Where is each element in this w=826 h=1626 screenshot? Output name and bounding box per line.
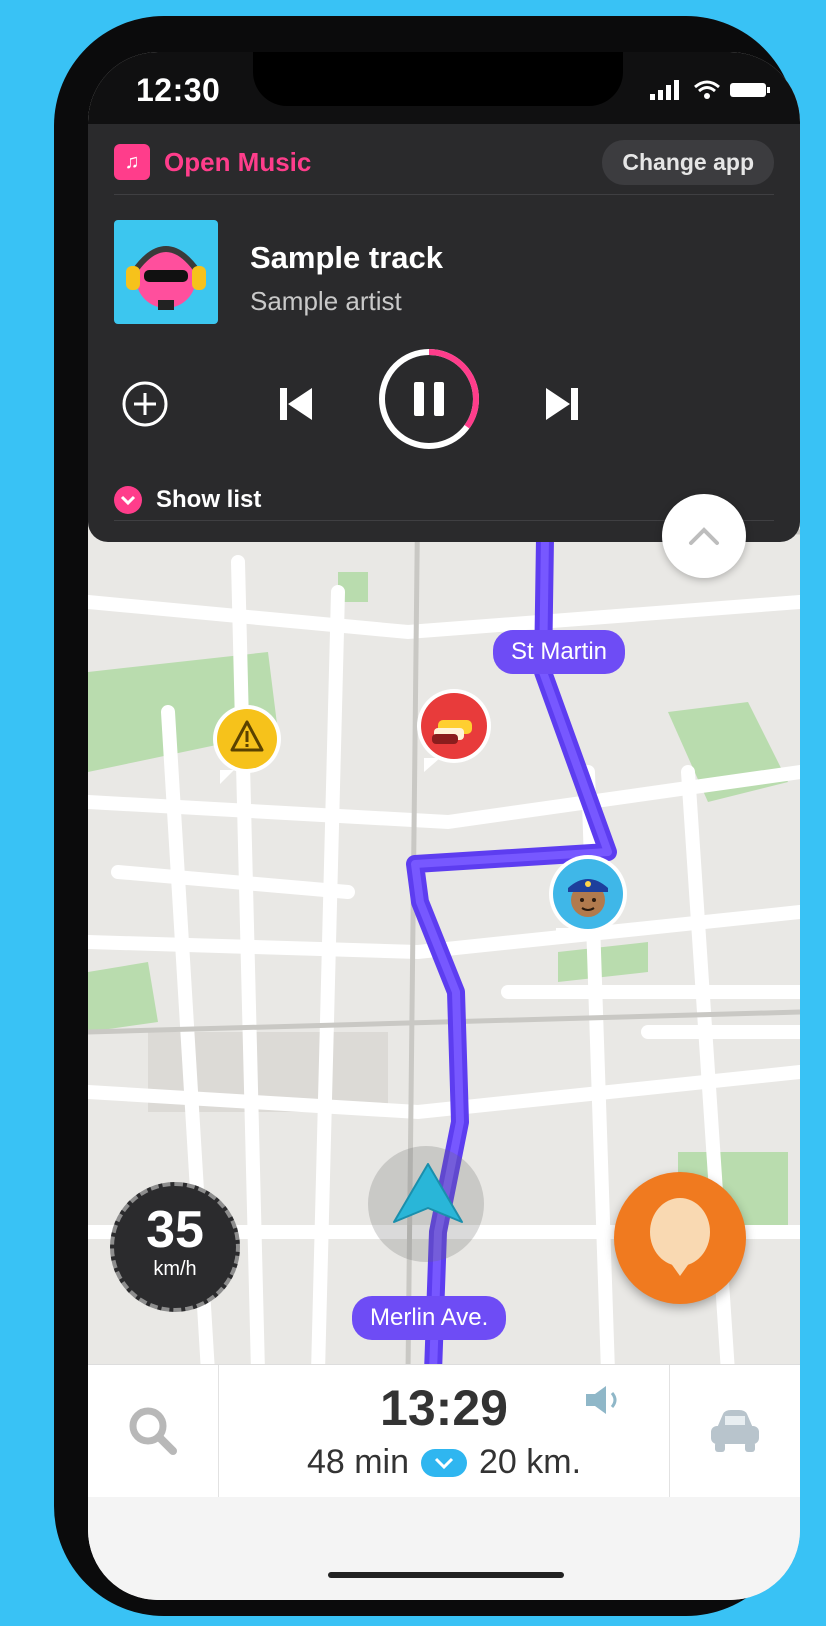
album-cover[interactable] [114,220,218,324]
header-divider [114,194,774,195]
trip-duration: 48 min [306,1443,409,1481]
search-button[interactable] [88,1365,219,1497]
cellular-signal-icon [650,80,679,100]
album-art-icon [126,246,206,310]
previous-track-icon[interactable] [276,384,316,424]
speedometer: 35 km/h [110,1182,240,1312]
traffic-jam-icon [417,689,491,772]
search-icon [129,1407,177,1455]
next-track-icon[interactable] [542,384,582,424]
wifi-icon [694,80,720,99]
status-bar: 12:30 [88,52,800,130]
show-list-label: Show list [156,486,262,513]
car-icon [711,1410,759,1452]
home-indicator[interactable] [328,1572,564,1578]
street-label-merlin-ave: Merlin Ave. [352,1296,507,1340]
expand-trip-icon [421,1448,467,1477]
status-time: 12:30 [136,72,221,108]
music-app-name[interactable]: Open Music [164,147,311,178]
hazard-icon [213,705,281,784]
battery-icon [730,83,770,97]
report-bubble-icon [650,1198,710,1276]
police-marker[interactable] [546,852,630,947]
bottom-panel: 13:29 48 min 20 km. [88,1364,800,1600]
chevron-down-icon [114,486,142,514]
show-list-button[interactable]: Show list [114,486,261,514]
trip-summary[interactable]: 48 min 20 km. [218,1443,670,1482]
music-app-icon[interactable]: ♫ [114,144,150,180]
trip-bar: 13:29 48 min 20 km. [88,1364,800,1497]
speed-unit: km/h [153,1258,197,1280]
hazard-marker[interactable] [210,702,284,789]
my-car-button[interactable] [669,1365,800,1497]
collapse-player-button[interactable] [662,494,746,578]
report-button[interactable] [614,1172,746,1304]
add-to-list-icon[interactable] [120,379,170,429]
change-app-button[interactable]: Change app [602,140,774,185]
track-title: Sample track [250,240,443,275]
current-location-arrow-icon [393,1163,463,1223]
speed-value: 35 [146,1201,204,1259]
track-artist: Sample artist [250,286,402,316]
trip-distance: 20 km. [479,1443,582,1481]
notch [253,52,623,106]
app-screen: St Martin Merlin Ave. 12:30 ♫ Open Music [88,52,800,1600]
sound-icon[interactable] [584,1385,628,1415]
pause-button[interactable] [374,344,484,454]
music-player-card: ♫ Open Music Change app Sample track Sam… [88,124,800,542]
street-label-st-martin: St Martin [493,630,626,674]
police-icon [549,855,627,942]
chevron-up-icon [689,527,719,545]
traffic-marker[interactable] [414,686,494,777]
